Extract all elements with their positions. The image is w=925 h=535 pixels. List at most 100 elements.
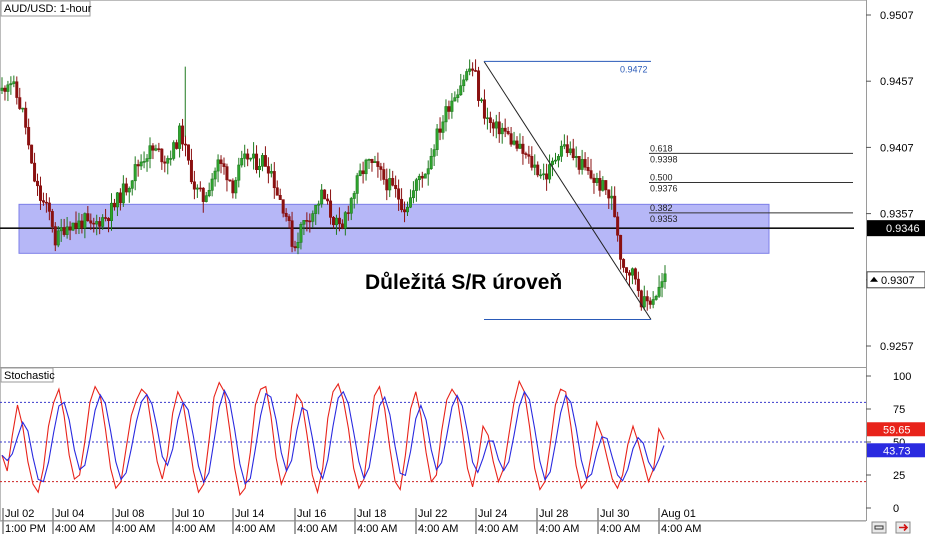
candle-body [367,159,371,161]
candle-body [465,71,469,81]
candle-body [281,199,285,214]
stochastic-tick-label: 25 [893,470,905,482]
candle-body [299,223,303,243]
candle-body [263,155,267,167]
candle-body [68,226,72,231]
candle-body [12,81,16,84]
candle-body [124,183,128,193]
candle-body [346,212,350,214]
candle-body [314,204,318,214]
time-tick-time: 4:00 AM [661,523,701,535]
candle-body [219,159,223,164]
candle-body [474,70,478,72]
candle-body [518,143,522,149]
candle-body [539,174,543,177]
candle-body [65,226,69,235]
candle-body [305,220,309,222]
candle-body [515,140,519,149]
time-tick-date: Jul 18 [357,508,386,520]
fib-ratio-label: 0.500 [650,172,673,182]
candle-body [6,84,10,92]
candle-body [533,164,537,168]
candle-body [574,155,578,158]
candle-body [471,68,475,71]
candle-body [296,242,300,249]
candle-body [485,117,489,120]
candle-body [417,175,421,181]
candle-body [89,220,93,224]
candle-body [207,189,211,197]
candle-body [488,117,492,123]
candle-body [429,155,433,170]
candle-body [186,144,190,161]
candle-body [53,226,57,246]
chart-window: 0.9472 0.618 0.9398 0.500 0.9376 0.382 0.9353 … [0,0,925,535]
time-tick-time: 4:00 AM [115,523,155,535]
candle-body [364,159,368,175]
time-tick-time: 4:00 AM [418,523,458,535]
candle-body [225,166,229,181]
candle-body [71,222,75,231]
candle-body [497,121,501,135]
candle-body [397,188,401,200]
candle-body [565,144,569,154]
candle-body [142,161,146,163]
candle-body [334,217,338,226]
candle-body [3,87,7,92]
candle-body [562,144,566,147]
candle-body [151,145,155,151]
candle-body [423,173,427,179]
candle-body [83,213,87,229]
candle-body [77,220,81,229]
candle-body [468,68,472,72]
candle-body [420,175,424,179]
candle-body [337,217,341,225]
candle-body [545,173,549,180]
candle-body [373,161,377,163]
candle-body [145,158,149,162]
candle-body [450,100,454,112]
candle-body [391,178,395,186]
candle-body [627,272,631,276]
candle-body [41,200,45,203]
candle-body [382,169,386,180]
time-tick-time: 4:00 AM [478,523,518,535]
candle-body [44,201,48,204]
candle-body [527,154,531,157]
candle-body [435,128,439,150]
candle-body [101,217,105,227]
candle-body [642,296,646,308]
stochastic-label: Stochastic [4,370,55,382]
candle-body [243,153,247,159]
candle-body [15,81,19,98]
candle-body [139,161,143,167]
time-tick-time: 1:00 PM [5,523,46,535]
candle-body [408,197,412,208]
candle-body [112,202,116,208]
time-tick-time: 4:00 AM [600,523,640,535]
arrow-right-icon[interactable] [895,521,911,534]
chain-icon[interactable] [871,521,887,534]
chart-canvas[interactable]: 0.94720.6180.93980.5000.93760.3820.9353 … [0,0,925,535]
candle-body [62,227,66,235]
time-tick-date: Jul 28 [539,508,568,520]
candle-body [255,153,259,170]
candle-body [317,203,321,206]
time-tick-date: Jul 08 [115,508,144,520]
candle-body [198,187,202,190]
candle-body [36,180,40,187]
candle-body [121,183,125,204]
candle-body [258,165,262,170]
candle-body [284,212,288,217]
candle-body [110,202,114,222]
candle-body [326,198,330,202]
sr-zone-group [0,203,854,254]
candle-body [27,127,31,146]
candle-body [556,156,560,161]
candle-body [506,131,510,134]
candle-body [272,171,276,189]
candle-body [24,107,28,128]
candle-body [370,159,374,163]
candle-body [0,87,4,91]
candle-body [260,155,264,167]
